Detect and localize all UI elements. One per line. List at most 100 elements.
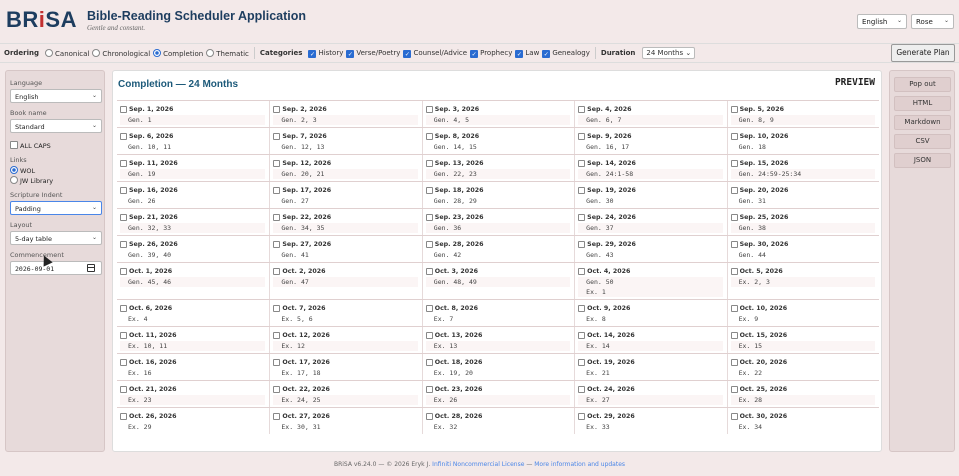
reading-link[interactable]: Gen. 32, 33: [120, 223, 265, 233]
category-option-verse-poetry[interactable]: ✓ Verse/Poetry: [343, 49, 400, 58]
radio-unselected[interactable]: [10, 176, 18, 184]
generate-plan-button[interactable]: Generate Plan: [891, 44, 955, 62]
reading-link[interactable]: Gen. 30: [578, 196, 722, 206]
reading-link[interactable]: Gen. 19: [120, 169, 265, 179]
export-html-button[interactable]: HTML: [894, 96, 951, 111]
day-done-checkbox[interactable]: [425, 241, 433, 248]
day-done-checkbox[interactable]: [730, 413, 738, 420]
reading-link[interactable]: Ex. 19, 20: [426, 368, 570, 378]
category-option-prophecy[interactable]: ✓ Prophecy: [467, 49, 512, 58]
reading-link[interactable]: Gen. 26: [120, 196, 265, 206]
day-done-checkbox[interactable]: [578, 332, 586, 339]
reading-link[interactable]: Ex. 13: [426, 341, 570, 351]
export-json-button[interactable]: JSON: [894, 153, 951, 168]
day-done-checkbox[interactable]: [120, 187, 127, 194]
layout-select[interactable]: 5-day table ⌄: [10, 231, 102, 245]
checkbox-box[interactable]: [10, 141, 18, 149]
day-done-checkbox[interactable]: [120, 106, 127, 113]
export-pop-out-button[interactable]: Pop out: [894, 77, 951, 92]
reading-link[interactable]: Ex. 24, 25: [273, 395, 417, 405]
reading-link[interactable]: Ex. 32: [426, 422, 570, 432]
day-done-checkbox[interactable]: [578, 386, 586, 393]
ordering-option-completion[interactable]: Completion: [150, 48, 203, 58]
day-done-checkbox[interactable]: [120, 133, 127, 140]
reading-link[interactable]: Gen. 24:1-58: [578, 169, 722, 179]
day-done-checkbox[interactable]: [273, 214, 281, 221]
reading-link[interactable]: Gen. 22, 23: [426, 169, 570, 179]
day-done-checkbox[interactable]: [120, 359, 127, 366]
export-csv-button[interactable]: CSV: [894, 134, 951, 149]
scripture-indent-select[interactable]: Padding ⌄: [10, 201, 102, 215]
day-done-checkbox[interactable]: [425, 214, 433, 221]
reading-link[interactable]: Ex. 21: [578, 368, 722, 378]
duration-select[interactable]: 24 Months ⌄: [642, 47, 696, 59]
reading-link[interactable]: Ex. 5, 6: [273, 314, 417, 324]
day-done-checkbox[interactable]: [730, 359, 738, 366]
reading-link[interactable]: Ex. 16: [120, 368, 265, 378]
day-done-checkbox[interactable]: [730, 268, 738, 275]
day-done-checkbox[interactable]: [273, 268, 281, 275]
day-done-checkbox[interactable]: [578, 268, 586, 275]
day-done-checkbox[interactable]: [273, 359, 281, 366]
day-done-checkbox[interactable]: [425, 359, 433, 366]
reading-link[interactable]: Gen. 43: [578, 250, 722, 260]
day-done-checkbox[interactable]: [730, 187, 738, 194]
day-done-checkbox[interactable]: [120, 413, 127, 420]
reading-link[interactable]: Gen. 36: [426, 223, 570, 233]
day-done-checkbox[interactable]: [273, 133, 281, 140]
ordering-radio[interactable]: [92, 48, 101, 57]
reading-link[interactable]: Ex. 29: [120, 422, 265, 432]
category-checkbox[interactable]: ✓: [346, 49, 355, 58]
reading-link[interactable]: Gen. 14, 15: [426, 142, 570, 152]
day-done-checkbox[interactable]: [578, 413, 586, 420]
category-checkbox[interactable]: ✓: [308, 49, 317, 58]
reading-link[interactable]: Gen. 47: [273, 277, 417, 287]
reading-link[interactable]: Ex. 28: [731, 395, 875, 405]
day-done-checkbox[interactable]: [425, 106, 433, 113]
day-done-checkbox[interactable]: [120, 305, 127, 312]
more-info-link[interactable]: More information and updates: [534, 461, 625, 468]
reading-link[interactable]: Gen. 48, 49: [426, 277, 570, 287]
reading-link[interactable]: Gen. 27: [273, 196, 417, 206]
reading-link[interactable]: Ex. 12: [273, 341, 417, 351]
day-done-checkbox[interactable]: [273, 332, 281, 339]
reading-link[interactable]: Ex. 17, 18: [273, 368, 417, 378]
export-markdown-button[interactable]: Markdown: [894, 115, 951, 130]
category-checkbox[interactable]: ✓: [542, 49, 551, 58]
reading-link[interactable]: Gen. 39, 40: [120, 250, 265, 260]
radio-selected[interactable]: [10, 166, 18, 174]
day-done-checkbox[interactable]: [730, 133, 738, 140]
reading-link[interactable]: Gen. 37: [578, 223, 722, 233]
reading-link[interactable]: Gen. 50: [578, 277, 722, 287]
calendar-icon[interactable]: [87, 264, 95, 272]
ordering-option-canonical[interactable]: Canonical: [42, 48, 89, 58]
day-done-checkbox[interactable]: [273, 386, 281, 393]
day-done-checkbox[interactable]: [578, 133, 586, 140]
category-option-history[interactable]: ✓ History: [305, 49, 343, 58]
reading-link[interactable]: Gen. 41: [273, 250, 417, 260]
reading-link[interactable]: Ex. 7: [426, 314, 570, 324]
day-done-checkbox[interactable]: [120, 332, 127, 339]
reading-link[interactable]: Ex. 9: [731, 314, 875, 324]
language-select[interactable]: English ⌄: [857, 14, 907, 29]
category-checkbox[interactable]: ✓: [403, 49, 412, 58]
sidebar-language-select[interactable]: English ⌄: [10, 89, 102, 103]
day-done-checkbox[interactable]: [273, 106, 281, 113]
day-done-checkbox[interactable]: [273, 187, 281, 194]
reading-link[interactable]: Gen. 20, 21: [273, 169, 417, 179]
day-done-checkbox[interactable]: [120, 386, 127, 393]
ordering-radio[interactable]: [45, 48, 54, 57]
day-done-checkbox[interactable]: [273, 160, 281, 167]
reading-link[interactable]: Gen. 16, 17: [578, 142, 722, 152]
reading-link[interactable]: Gen. 12, 13: [273, 142, 417, 152]
day-done-checkbox[interactable]: [120, 214, 127, 221]
link-wol-radio[interactable]: WOL: [10, 166, 100, 175]
day-done-checkbox[interactable]: [425, 187, 433, 194]
reading-link[interactable]: Gen. 1: [120, 115, 265, 125]
reading-link[interactable]: Ex. 26: [426, 395, 570, 405]
reading-link[interactable]: Ex. 23: [120, 395, 265, 405]
day-done-checkbox[interactable]: [730, 214, 738, 221]
day-done-checkbox[interactable]: [578, 106, 586, 113]
day-done-checkbox[interactable]: [730, 160, 738, 167]
ordering-option-chronological[interactable]: Chronological: [89, 48, 150, 58]
